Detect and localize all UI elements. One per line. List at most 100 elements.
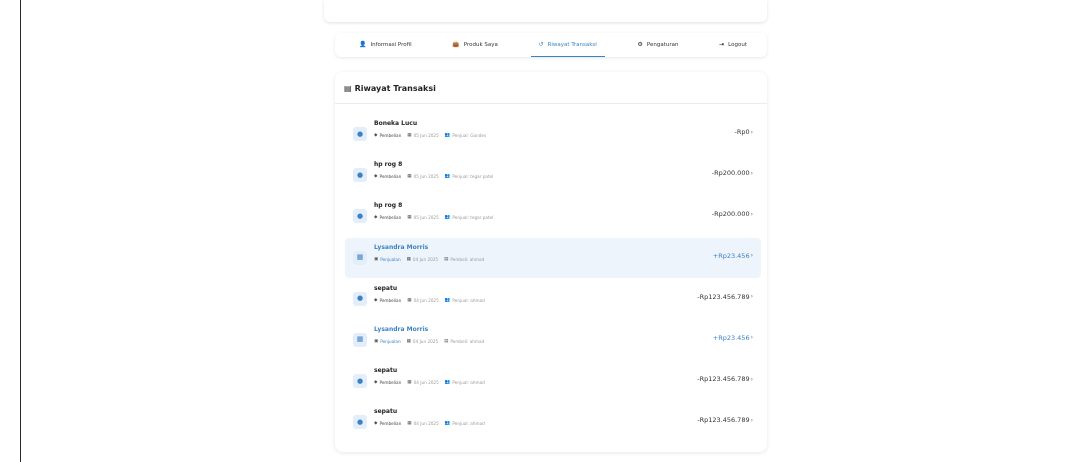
transaction-date-label: 04 Jun 2025 [412,338,439,344]
transaction-date-label: 04 Jun 2025 [413,421,439,427]
transaction-name: Lysandra Morris [374,325,429,333]
transaction-type: ◆ Pembelian [374,133,401,138]
transaction-party: 👥 Penjual: Gandes [445,133,486,138]
bag-glyph: ● [356,211,364,220]
transaction-amount-value: -Rp123.456.789 [697,375,750,384]
tab-produk-saya[interactable]: 👜 Produk Saya [444,33,506,57]
transaction-row[interactable]: ▦ Lysandra Morris ▣ Penjualan ▦ 04 Jun 2… [345,237,761,278]
tab-label: Pengaturan [646,42,679,48]
tab-label: Logout [728,42,747,48]
shopping-bag-icon: ● [353,415,367,430]
transaction-date: ▦ 05 Jun 2025 [407,174,438,179]
chevron-right-icon: › [750,252,753,260]
seller-icon: 👥 [444,174,451,180]
transaction-amount-value: +Rp23.456 [712,251,750,260]
shopping-bag-icon: ● [353,209,367,224]
transaction-meta: ◆ Pembelian ▦ 04 Jun 2025 👥 Penjual: ahm… [374,380,485,385]
top-card [324,0,767,22]
transaction-meta: ▣ Penjualan ▦ 04 Jun 2025 ▤ Pembeli: ahm… [374,257,484,262]
transaction-row[interactable]: ● hp rog 8 ◆ Pembelian ▦ 05 Jun 2025 👥 P… [345,155,761,195]
transaction-name: hp rog 8 [374,161,403,169]
transaction-date: ▦ 04 Jun 2025 [407,380,438,385]
shopping-bag-icon: ● [353,168,367,183]
tag-icon: ◆ [374,380,378,386]
transaction-party: ▤ Pembeli: ahmad [444,257,484,262]
transaction-party: 👥 Penjual: tegar patel [445,215,494,220]
tab-riwayat-transaksi[interactable]: ↺ Riwayat Transaksi [530,33,606,57]
transaction-date: ▦ 05 Jun 2025 [407,215,438,220]
store-glyph: ▦ [356,335,364,344]
transaction-name: sepatu [374,367,398,375]
transaction-party-label: Pembeli: ahmad [450,338,485,344]
transaction-type: ◆ Pembelian [374,380,401,385]
tab-label: Produk Saya [463,42,498,48]
seller-icon: 👥 [444,297,451,303]
calendar-icon: ▦ [407,133,412,138]
transaction-row[interactable]: ● sepatu ◆ Pembelian ▦ 04 Jun 2025 👥 Pen… [345,279,761,319]
transaction-row[interactable]: ● sepatu ◆ Pembelian ▦ 04 Jun 2025 👥 Pen… [345,361,761,401]
tab-informasi-profil[interactable]: 👤 Informasi Profil [351,33,420,57]
transaction-date: ▦ 04 Jun 2025 [407,421,438,426]
panel-title-text: Riwayat Transaksi [354,84,436,93]
transaction-date: ▦ 04 Jun 2025 [407,298,438,303]
calendar-icon: ▦ [406,256,411,262]
transaction-date-label: 04 Jun 2025 [413,380,439,386]
transaction-row[interactable]: ● hp rog 8 ◆ Pembelian ▦ 05 Jun 2025 👥 P… [345,196,761,236]
transaction-amount: +Rp23.456 › [713,334,753,342]
shopping-bag-icon: ● [353,291,367,306]
bag-glyph: ● [356,376,364,385]
profile-tabs: 👤 Informasi Profil 👜 Produk Saya ↺ Riwayat Tr… [335,33,767,57]
tag-icon: ◆ [374,215,378,221]
chevron-right-icon: › [750,416,753,424]
transaction-party-label: Pembeli: ahmad [450,256,485,262]
bag-glyph: ● [356,129,364,138]
buyer-icon: ▤ [444,256,449,262]
transaction-amount: -Rp123.456.789 › [697,416,753,424]
transaction-amount-value: -Rp200.000 [711,169,750,178]
transaction-name: hp rog 8 [374,202,403,210]
chevron-right-icon: › [750,293,753,301]
transaction-date: ▦ 04 Jun 2025 [407,339,438,344]
seller-icon: 👥 [444,380,451,386]
bag-glyph: ● [356,170,364,179]
transaction-list: ● Boneka Lucu ◆ Pembelian ▦ 05 Jun 2025 … [345,114,761,444]
calendar-icon: ▦ [407,215,412,221]
store-icon: ▦ [353,332,367,347]
transaction-amount: +Rp23.456 › [713,252,753,260]
transaction-type-label: Pembelian [379,215,402,221]
transaction-party-label: Penjual: ahmad [452,421,485,427]
tab-logout[interactable]: ⇥ Logout [711,33,755,57]
transaction-row[interactable]: ● Boneka Lucu ◆ Pembelian ▦ 05 Jun 2025 … [345,114,761,154]
transaction-date-label: 04 Jun 2025 [412,256,439,262]
transaction-type: ▣ Penjualan [374,257,401,262]
transaction-type: ▣ Penjualan [374,339,401,344]
user-icon: 👤 [359,41,367,48]
tab-pengaturan[interactable]: ⚙ Pengaturan [629,33,686,57]
receipt-icon: ▤ [344,84,352,93]
transaction-meta: ▣ Penjualan ▦ 04 Jun 2025 ▤ Pembeli: ahm… [374,339,484,344]
transaction-date-label: 05 Jun 2025 [413,215,439,221]
transaction-date-label: 05 Jun 2025 [413,174,439,180]
tag-icon: ◆ [374,133,378,138]
bag-glyph: ● [356,294,364,303]
tag-icon: ◆ [374,297,378,303]
transaction-meta: ◆ Pembelian ▦ 04 Jun 2025 👥 Penjual: ahm… [374,421,485,426]
seller-icon: 👥 [444,215,451,221]
chevron-right-icon: › [750,210,753,218]
transaction-date: ▦ 04 Jun 2025 [407,257,438,262]
shopping-bag-icon: ● [353,374,367,389]
transaction-party-label: Penjual: ahmad [452,380,485,386]
transaction-amount: -Rp200.000 › [712,210,753,218]
transaction-party: 👥 Penjual: tegar patel [445,174,494,179]
logout-icon: ⇥ [719,41,725,48]
chevron-right-icon: › [750,128,753,136]
transaction-row[interactable]: ▦ Lysandra Morris ▣ Penjualan ▦ 04 Jun 2… [345,320,761,360]
chevron-right-icon: › [750,169,753,177]
transaction-type-label: Pembelian [379,174,402,180]
calendar-icon: ▦ [407,380,412,386]
transaction-type-label: Penjualan [380,256,401,262]
transaction-amount: -Rp0 › [734,128,753,136]
divider [335,103,767,104]
transaction-row[interactable]: ● sepatu ◆ Pembelian ▦ 04 Jun 2025 👥 Pen… [345,402,761,442]
transaction-amount-value: +Rp23.456 [712,333,750,342]
